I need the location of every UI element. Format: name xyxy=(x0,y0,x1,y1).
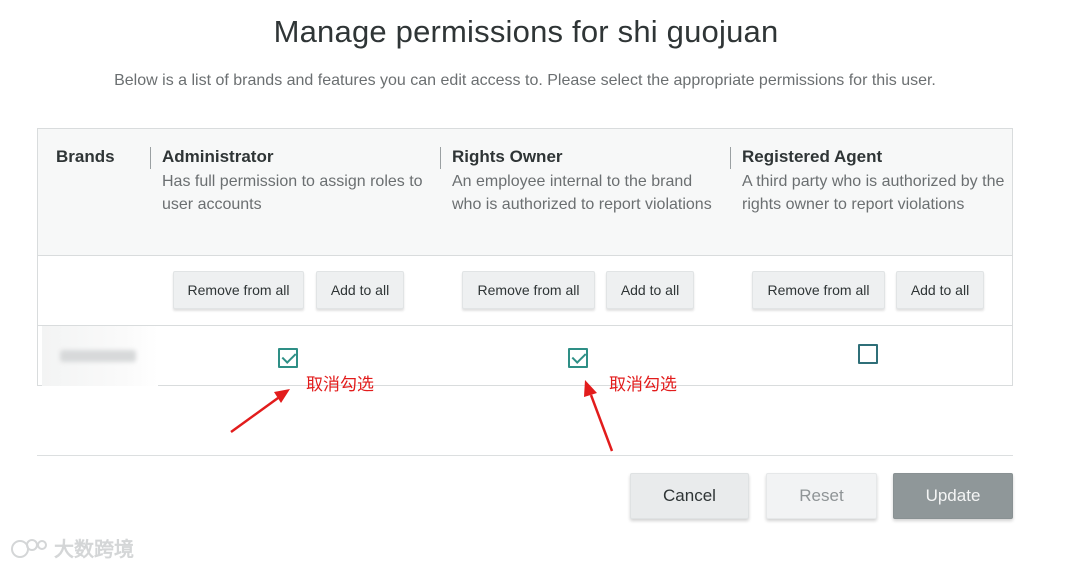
watermark-text: 大数跨境 xyxy=(54,539,134,561)
update-button[interactable]: Update xyxy=(893,473,1013,519)
reset-button[interactable]: Reset xyxy=(766,473,877,519)
footer-divider xyxy=(37,455,1013,456)
arrow-to-administrator-checkbox xyxy=(230,389,290,434)
watermark: 大数跨境 xyxy=(10,533,134,562)
cancel-button[interactable]: Cancel xyxy=(630,473,749,519)
watermark-logo-icon xyxy=(11,538,47,558)
arrow-to-rights-owner-checkbox xyxy=(584,380,614,452)
